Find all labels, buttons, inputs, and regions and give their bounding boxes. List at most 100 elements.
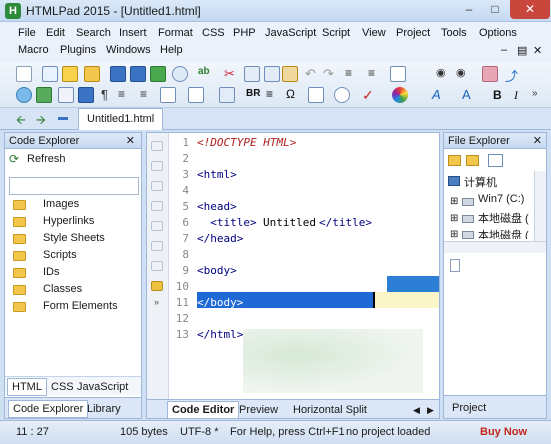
grid-icon[interactable]	[188, 87, 204, 103]
gutter-expand-icon[interactable]: »	[154, 297, 159, 307]
outdent-icon[interactable]: ≡	[368, 66, 384, 82]
menu-project[interactable]: Project	[396, 27, 430, 39]
menu-windows[interactable]: Windows	[106, 44, 151, 56]
open-folder-icon[interactable]	[84, 66, 100, 82]
align-center-icon[interactable]: ≡	[266, 87, 282, 103]
list-box-icon[interactable]	[160, 87, 176, 103]
layout-icon[interactable]	[390, 66, 406, 82]
globe-icon[interactable]	[16, 87, 32, 103]
brush-icon[interactable]: ✓	[362, 87, 378, 103]
tree-item-classes[interactable]: Classes	[43, 283, 82, 295]
undo-icon[interactable]: ↶	[305, 66, 321, 82]
encoding[interactable]: UTF-8 *	[180, 426, 219, 438]
spellcheck-icon[interactable]: ab	[198, 66, 214, 82]
menu-tools[interactable]: Tools	[441, 27, 467, 39]
menu-insert[interactable]: Insert	[119, 27, 147, 39]
tree-item-local-disk[interactable]: 本地磁盘 (	[478, 210, 529, 226]
toolbar-more-icon[interactable]: »	[532, 88, 548, 104]
image-icon[interactable]	[36, 87, 52, 103]
mdi-close-icon[interactable]: ✕	[533, 44, 542, 57]
menu-format[interactable]: Format	[158, 27, 193, 39]
minimize-button[interactable]: –	[456, 0, 482, 19]
find-icon[interactable]	[172, 66, 188, 82]
menu-options[interactable]: Options	[479, 27, 517, 39]
refresh-icon[interactable]: ⟳	[9, 153, 21, 165]
tab-preview[interactable]: Preview	[235, 402, 282, 418]
tab-html[interactable]: HTML	[7, 378, 47, 396]
code-editor[interactable]: » 1 2 3 4 5 6 7 8 9 10 11 12 13 <!DOCTYP…	[146, 132, 440, 400]
panel-close-icon[interactable]: ✕	[126, 133, 135, 149]
find-replace-icon[interactable]: ◉	[456, 66, 472, 82]
menu-edit[interactable]: Edit	[46, 27, 65, 39]
menu-file[interactable]: File	[18, 27, 36, 39]
pilcrow-icon[interactable]: ¶	[101, 87, 117, 103]
tree-item-hyperlinks[interactable]: Hyperlinks	[43, 215, 94, 227]
expand-icon[interactable]: ⊞	[450, 213, 458, 224]
color-picker-icon[interactable]	[392, 87, 408, 103]
save-icon[interactable]	[110, 66, 126, 82]
paste-icon[interactable]	[282, 66, 298, 82]
up-folder-icon[interactable]	[448, 155, 461, 166]
cart-icon[interactable]	[482, 66, 498, 82]
tree-item-scripts[interactable]: Scripts	[43, 249, 77, 261]
indent-icon[interactable]: ≡	[345, 66, 361, 82]
mdi-restore-icon[interactable]: ▤	[517, 44, 527, 57]
close-button[interactable]: ✕	[510, 0, 550, 19]
menu-view[interactable]: View	[362, 27, 386, 39]
list-icon[interactable]: ≡	[118, 87, 134, 103]
expand-icon[interactable]: ⊞	[450, 196, 458, 207]
shape-icon[interactable]	[334, 87, 350, 103]
maximize-button[interactable]: □	[482, 0, 508, 19]
menu-search[interactable]: Search	[76, 27, 111, 39]
new-folder-icon[interactable]	[466, 155, 479, 166]
panel-close-icon[interactable]: ✕	[533, 133, 542, 149]
redo-icon[interactable]: ↷	[323, 66, 339, 82]
tree-item-images[interactable]: Images	[43, 198, 79, 210]
expand-icon[interactable]: ⊞	[450, 229, 458, 240]
tab-code-explorer[interactable]: Code Explorer	[8, 400, 89, 418]
text-color-icon[interactable]: A	[462, 87, 478, 103]
tab-horizontal-split[interactable]: Horizontal Split	[289, 402, 371, 418]
form-icon[interactable]	[219, 87, 235, 103]
menu-php[interactable]: PHP	[233, 27, 256, 39]
new-html-icon[interactable]	[42, 66, 58, 82]
tree-hscrollbar[interactable]	[444, 241, 546, 253]
tab-project[interactable]: Project	[448, 400, 490, 416]
copy-2-icon[interactable]	[264, 66, 280, 82]
tree-item-style-sheets[interactable]: Style Sheets	[43, 232, 105, 244]
menu-script[interactable]: Script	[322, 27, 350, 39]
br-icon[interactable]: BR	[246, 88, 262, 104]
nav-forward-icon[interactable]: 🡪	[36, 111, 46, 132]
tree-item-ids[interactable]: IDs	[43, 266, 60, 278]
document-tab[interactable]: Untitled1.html	[78, 108, 164, 130]
tab-javascript[interactable]: JavaScript	[73, 379, 132, 395]
document-icon[interactable]	[58, 87, 74, 103]
edit-icon[interactable]	[62, 66, 78, 82]
view-mode-icon[interactable]	[488, 154, 503, 167]
tree-scrollbar[interactable]	[534, 171, 546, 241]
tab-library[interactable]: Library	[83, 401, 125, 417]
tab-code-editor[interactable]: Code Editor	[167, 401, 240, 419]
menu-help[interactable]: Help	[160, 44, 183, 56]
scroll-left-icon[interactable]: ◀	[409, 402, 424, 418]
nav-back-icon[interactable]: 🡨	[16, 111, 26, 132]
new-file-icon[interactable]	[16, 66, 32, 82]
binoculars-icon[interactable]: ◉	[436, 66, 452, 82]
menu-plugins[interactable]: Plugins	[60, 44, 96, 56]
menu-javascript[interactable]: JavaScript	[265, 27, 316, 39]
copy-icon[interactable]	[244, 66, 260, 82]
scroll-right-icon[interactable]: ▶	[423, 402, 438, 418]
table-icon[interactable]	[78, 87, 94, 103]
publish-icon[interactable]	[150, 66, 166, 82]
pointer-icon[interactable]: ⤴	[505, 66, 521, 84]
buy-now-link[interactable]: Buy Now	[480, 426, 527, 438]
bold-icon[interactable]: B	[493, 88, 509, 104]
file-icon[interactable]	[450, 259, 460, 272]
menu-css[interactable]: CSS	[202, 27, 225, 39]
bookmark-icon[interactable]	[151, 281, 163, 291]
tab-menu-icon[interactable]: ▬	[58, 112, 68, 123]
comment-icon[interactable]	[308, 87, 324, 103]
cut-icon[interactable]: ✂	[224, 66, 240, 82]
font-icon[interactable]: A	[432, 87, 448, 103]
tree-item-drive-c[interactable]: Win7 (C:)	[478, 193, 524, 205]
